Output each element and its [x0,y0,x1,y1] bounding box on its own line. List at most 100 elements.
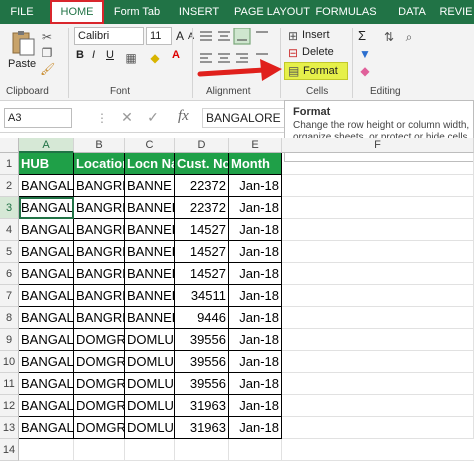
table-cell[interactable]: 31963 [175,417,229,439]
tab-file[interactable]: FILE [4,0,40,24]
table-cell[interactable]: Jan-18 [229,373,282,395]
table-cell[interactable]: DOMGR [74,329,125,351]
table-cell[interactable]: 39556 [175,373,229,395]
table-cell[interactable]: Jan-18 [229,329,282,351]
delete-icon[interactable]: ⊟ [286,46,300,60]
table-cell[interactable]: BANNER [125,307,175,329]
table-cell[interactable]: 22372 [175,197,229,219]
table-cell[interactable]: BANGRD [74,307,125,329]
insert-button[interactable]: Insert [302,29,330,41]
table-cell[interactable]: BANGRD [74,197,125,219]
table-cell[interactable]: DOMLUI [125,395,175,417]
insert-icon[interactable]: ⊞ [286,29,300,43]
table-cell[interactable]: BANNER [125,285,175,307]
column-header-d[interactable]: D [175,138,229,153]
row-header-4[interactable]: 4 [0,219,19,241]
table-cell[interactable]: BANGRD [74,241,125,263]
table-cell[interactable]: 14527 [175,241,229,263]
format-painter-icon[interactable]: 🖌 [40,62,55,76]
table-cell[interactable]: Jan-18 [229,197,282,219]
table-cell[interactable]: BANGAL [19,307,74,329]
table-cell[interactable]: 31963 [175,395,229,417]
name-box[interactable]: A3 [4,108,72,128]
table-cell[interactable]: BANGAL [19,329,74,351]
table-cell[interactable] [125,439,175,461]
select-all-corner[interactable] [0,138,19,153]
header-cell[interactable]: Locn Na [125,153,175,175]
row-header-12[interactable]: 12 [0,395,19,417]
underline-button[interactable]: U [106,49,114,61]
clear-icon[interactable]: ◆ [358,64,372,78]
column-header-e[interactable]: E [229,138,282,153]
bold-button[interactable]: B [76,49,84,61]
table-cell[interactable]: BANNE [125,175,175,197]
table-cell[interactable] [229,439,282,461]
table-cell[interactable]: 39556 [175,351,229,373]
table-cell[interactable]: BANGAL [19,417,74,439]
table-cell[interactable]: BANGAL [19,175,74,197]
tab-form-tab[interactable]: Form Tab [108,0,166,24]
table-cell[interactable]: BANGAL [19,263,74,285]
row-header-8[interactable]: 8 [0,307,19,329]
table-cell[interactable]: BANNER [125,197,175,219]
column-header-c[interactable]: C [125,138,175,153]
header-cell[interactable]: Month [229,153,282,175]
enter-icon[interactable]: ✓ [146,110,160,124]
table-cell[interactable]: Jan-18 [229,175,282,197]
table-cell[interactable]: BANGAL [19,373,74,395]
font-color-button[interactable]: A [172,49,180,61]
row-header-5[interactable]: 5 [0,241,19,263]
table-cell[interactable]: BANGAL [19,241,74,263]
table-cell[interactable]: DOMGR [74,373,125,395]
table-cell[interactable]: DOMGR [74,395,125,417]
dropdown-handle-icon[interactable]: ⋮ [96,111,108,125]
table-cell[interactable]: Jan-18 [229,263,282,285]
row-header-10[interactable]: 10 [0,351,19,373]
table-cell[interactable]: 14527 [175,219,229,241]
row-header-1[interactable]: 1 [0,153,19,175]
table-cell[interactable]: BANNER [125,263,175,285]
table-cell[interactable] [74,439,125,461]
cut-icon[interactable]: ✂ [40,30,54,44]
header-cell[interactable]: Cust. No [175,153,229,175]
tab-data[interactable]: DATA [394,0,430,24]
row-header-11[interactable]: 11 [0,373,19,395]
row-header-3[interactable]: 3 [0,197,19,219]
table-cell[interactable]: 34511 [175,285,229,307]
table-cell[interactable]: BANGAL [19,197,74,219]
table-cell[interactable]: DOMGR [74,351,125,373]
paste-button[interactable]: Paste [8,58,36,70]
row-header-6[interactable]: 6 [0,263,19,285]
row-header-13[interactable]: 13 [0,417,19,439]
table-cell[interactable]: BANGAL [19,219,74,241]
table-cell[interactable]: 22372 [175,175,229,197]
table-cell[interactable] [19,439,74,461]
fill-color-icon[interactable]: ◆ [148,51,162,65]
fill-icon[interactable]: ▼ [358,47,372,61]
tab-insert[interactable]: INSERT [174,0,224,24]
find-select-icon[interactable]: ⌕ [402,30,416,44]
grow-font-button[interactable]: A [176,29,184,43]
cancel-icon[interactable]: ✕ [120,110,134,124]
table-cell[interactable]: 14527 [175,263,229,285]
column-header-f[interactable]: F [282,138,474,153]
tab-home[interactable]: HOME [50,0,104,24]
format-button[interactable]: ▤ Format [284,62,348,80]
tab-review[interactable]: REVIE [436,0,474,24]
table-cell[interactable]: 39556 [175,329,229,351]
column-header-b[interactable]: B [74,138,125,153]
table-cell[interactable]: BANGRD [74,285,125,307]
row-header-9[interactable]: 9 [0,329,19,351]
copy-icon[interactable]: ❐ [40,46,54,60]
tab-formulas[interactable]: FORMULAS [314,0,378,24]
table-cell[interactable]: Jan-18 [229,307,282,329]
table-cell[interactable]: Jan-18 [229,285,282,307]
table-cell[interactable]: BANGAL [19,395,74,417]
font-size-select[interactable]: 11 [146,27,172,45]
table-cell[interactable]: Jan-18 [229,219,282,241]
table-cell[interactable]: Jan-18 [229,241,282,263]
header-cell[interactable]: Location [74,153,125,175]
borders-icon[interactable]: ▦ [124,51,138,65]
table-cell[interactable]: DOMLUI [125,417,175,439]
table-cell[interactable]: BANNER [125,241,175,263]
